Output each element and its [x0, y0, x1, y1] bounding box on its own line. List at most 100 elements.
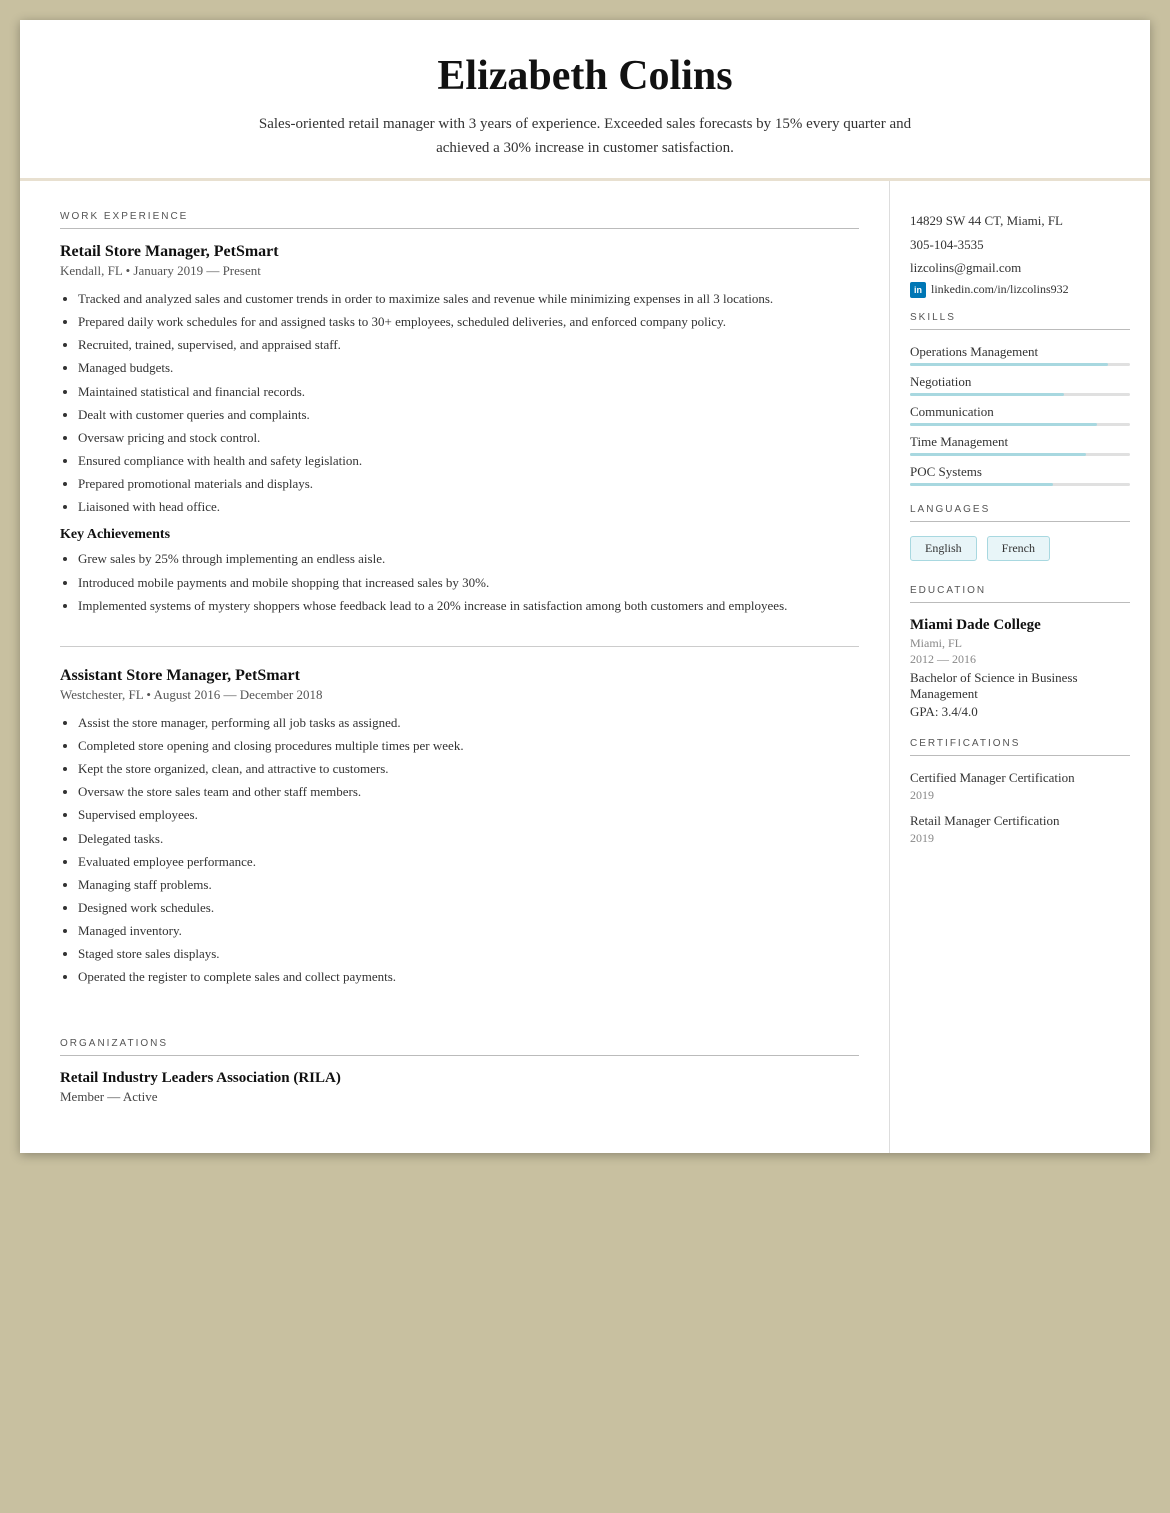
list-item: Managing staff problems.	[78, 875, 859, 895]
education-label: EDUCATION	[910, 585, 1130, 596]
list-item: Evaluated employee performance.	[78, 852, 859, 872]
cert-2-year: 2019	[910, 831, 1130, 846]
skill-5-bar-fill	[910, 483, 1053, 486]
cert-1-year: 2019	[910, 788, 1130, 803]
certifications-divider	[910, 755, 1130, 756]
skill-1: Operations Management	[910, 344, 1130, 366]
linkedin-row: in linkedin.com/in/lizcolins932	[910, 282, 1130, 298]
resume-header: Elizabeth Colins Sales-oriented retail m…	[20, 20, 1150, 181]
skill-3-bar-fill	[910, 423, 1097, 426]
org-name: Retail Industry Leaders Association (RIL…	[60, 1070, 859, 1087]
list-item: Prepared promotional materials and displ…	[78, 474, 859, 494]
cert-1-name: Certified Manager Certification	[910, 770, 1130, 786]
skill-3: Communication	[910, 404, 1130, 426]
list-item: Liaisoned with head office.	[78, 497, 859, 517]
cert-2-name: Retail Manager Certification	[910, 813, 1130, 829]
organizations-divider	[60, 1055, 859, 1056]
list-item: Dealt with customer queries and complain…	[78, 405, 859, 425]
job-2-meta: Westchester, FL • August 2016 — December…	[60, 687, 859, 703]
list-item: Prepared daily work schedules for and as…	[78, 312, 859, 332]
linkedin-url: linkedin.com/in/lizcolins932	[931, 282, 1069, 297]
right-column: 14829 SW 44 CT, Miami, FL 305-104-3535 l…	[890, 181, 1150, 1153]
job-2-title: Assistant Store Manager, PetSmart	[60, 667, 859, 685]
list-item: Completed store opening and closing proc…	[78, 736, 859, 756]
job-2-bullets: Assist the store manager, performing all…	[60, 713, 859, 988]
skill-3-name: Communication	[910, 404, 1130, 420]
list-item: Designed work schedules.	[78, 898, 859, 918]
skill-4-bar-fill	[910, 453, 1086, 456]
list-item: Tracked and analyzed sales and customer …	[78, 289, 859, 309]
languages-divider	[910, 521, 1130, 522]
certifications-label: CERTIFICATIONS	[910, 738, 1130, 749]
edu-location: Miami, FL	[910, 636, 1130, 651]
skill-3-bar-bg	[910, 423, 1130, 426]
job-1-title: Retail Store Manager, PetSmart	[60, 243, 859, 261]
resume-body: WORK EXPERIENCE Retail Store Manager, Pe…	[20, 181, 1150, 1153]
key-achievements-label: Key Achievements	[60, 527, 859, 543]
skill-2: Negotiation	[910, 374, 1130, 396]
skill-5: POC Systems	[910, 464, 1130, 486]
skills-label: SKILLS	[910, 312, 1130, 323]
contact-email: lizcolins@gmail.com	[910, 258, 1130, 278]
list-item: Assist the store manager, performing all…	[78, 713, 859, 733]
job-1-achievements: Grew sales by 25% through implementing a…	[60, 549, 859, 615]
certifications-section: CERTIFICATIONS Certified Manager Certifi…	[910, 738, 1130, 846]
list-item: Introduced mobile payments and mobile sh…	[78, 573, 859, 593]
org-meta: Member — Active	[60, 1089, 859, 1105]
education-section: EDUCATION Miami Dade College Miami, FL 2…	[910, 585, 1130, 720]
job-2: Assistant Store Manager, PetSmart Westch…	[60, 667, 859, 1018]
education-divider	[910, 602, 1130, 603]
skills-section: SKILLS Operations Management Negotiation…	[910, 312, 1130, 486]
contact-phone: 305-104-3535	[910, 235, 1130, 255]
skill-1-name: Operations Management	[910, 344, 1130, 360]
work-experience-label: WORK EXPERIENCE	[60, 211, 859, 222]
contact-section: 14829 SW 44 CT, Miami, FL 305-104-3535 l…	[910, 211, 1130, 298]
skill-2-bar-fill	[910, 393, 1064, 396]
list-item: Operated the register to complete sales …	[78, 967, 859, 987]
linkedin-icon: in	[910, 282, 926, 298]
skill-4-name: Time Management	[910, 434, 1130, 450]
languages-label: LANGUAGES	[910, 504, 1130, 515]
edu-school: Miami Dade College	[910, 617, 1130, 634]
skill-5-bar-bg	[910, 483, 1130, 486]
list-item: Recruited, trained, supervised, and appr…	[78, 335, 859, 355]
list-item: Ensured compliance with health and safet…	[78, 451, 859, 471]
list-item: Staged store sales displays.	[78, 944, 859, 964]
work-experience-section: WORK EXPERIENCE Retail Store Manager, Pe…	[60, 211, 859, 1018]
list-item: Supervised employees.	[78, 805, 859, 825]
list-item: Grew sales by 25% through implementing a…	[78, 549, 859, 569]
work-experience-divider	[60, 228, 859, 229]
edu-gpa: GPA: 3.4/4.0	[910, 704, 1130, 720]
skill-4-bar-bg	[910, 453, 1130, 456]
organizations-section: ORGANIZATIONS Retail Industry Leaders As…	[60, 1038, 859, 1105]
list-item: Managed budgets.	[78, 358, 859, 378]
skill-5-name: POC Systems	[910, 464, 1130, 480]
contact-address: 14829 SW 44 CT, Miami, FL	[910, 211, 1130, 231]
list-item: Oversaw the store sales team and other s…	[78, 782, 859, 802]
skill-1-bar-bg	[910, 363, 1130, 366]
left-column: WORK EXPERIENCE Retail Store Manager, Pe…	[20, 181, 890, 1153]
organizations-label: ORGANIZATIONS	[60, 1038, 859, 1049]
resume: Elizabeth Colins Sales-oriented retail m…	[20, 20, 1150, 1153]
skill-4: Time Management	[910, 434, 1130, 456]
skills-divider	[910, 329, 1130, 330]
skill-2-bar-bg	[910, 393, 1130, 396]
languages-section: LANGUAGES English French	[910, 504, 1130, 567]
list-item: Managed inventory.	[78, 921, 859, 941]
language-english: English	[910, 536, 977, 561]
list-item: Maintained statistical and financial rec…	[78, 382, 859, 402]
job-1-meta: Kendall, FL • January 2019 — Present	[60, 263, 859, 279]
candidate-summary: Sales-oriented retail manager with 3 yea…	[235, 112, 935, 160]
list-item: Implemented systems of mystery shoppers …	[78, 596, 859, 616]
edu-degree: Bachelor of Science in Business Manageme…	[910, 670, 1130, 702]
skill-2-name: Negotiation	[910, 374, 1130, 390]
job-1-bullets: Tracked and analyzed sales and customer …	[60, 289, 859, 517]
language-french: French	[987, 536, 1050, 561]
languages-badges: English French	[910, 536, 1130, 567]
edu-years: 2012 — 2016	[910, 652, 1130, 667]
skill-1-bar-fill	[910, 363, 1108, 366]
list-item: Delegated tasks.	[78, 829, 859, 849]
list-item: Oversaw pricing and stock control.	[78, 428, 859, 448]
job-1: Retail Store Manager, PetSmart Kendall, …	[60, 243, 859, 647]
list-item: Kept the store organized, clean, and att…	[78, 759, 859, 779]
